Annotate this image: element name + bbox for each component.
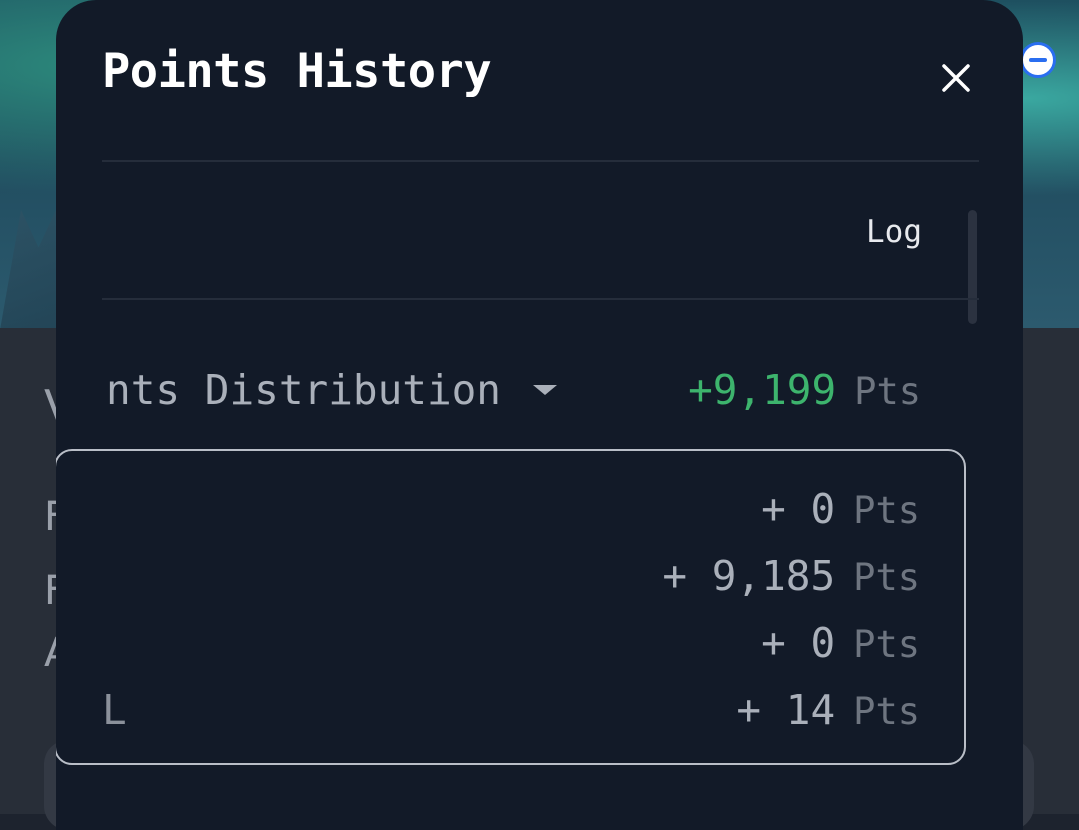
distribution-breakdown-box: + 0 Pts + 9,185 Pts + 0 Pts L + 14 Pts: [56, 449, 966, 765]
distribution-summary-row: nts Distribution +9,199 Pts: [102, 360, 921, 424]
breakdown-value: + 14 Pts: [736, 686, 920, 734]
breakdown-value: + 0 Pts: [761, 485, 920, 533]
points-unit: Pts: [853, 623, 920, 666]
points-unit: Pts: [854, 370, 921, 413]
tab-scrollbar[interactable]: [968, 210, 977, 324]
caret-down-icon: [533, 385, 557, 395]
close-icon: [942, 64, 970, 92]
distribution-label: nts Distribution: [106, 366, 501, 414]
modal-title: Points History: [102, 44, 492, 99]
tab-bar[interactable]: Log: [102, 164, 979, 298]
points-history-modal: Points History Log nts Distribution +9,1…: [56, 0, 1023, 830]
header-divider: [102, 160, 979, 162]
points-amount: + 0: [761, 485, 836, 533]
breakdown-value: + 9,185 Pts: [662, 552, 920, 600]
tab-divider: [102, 298, 979, 300]
distribution-total: +9,199 Pts: [688, 366, 921, 414]
points-amount: + 14: [736, 686, 836, 734]
distribution-dropdown[interactable]: nts Distribution: [106, 366, 557, 414]
breakdown-value: + 0 Pts: [761, 619, 920, 667]
breakdown-row: + 0 Pts: [102, 619, 920, 669]
points-amount: + 9,185: [662, 552, 836, 600]
points-unit: Pts: [853, 690, 920, 733]
remove-badge-icon[interactable]: [1020, 42, 1056, 78]
breakdown-row: + 0 Pts: [102, 485, 920, 535]
points-amount: + 0: [761, 619, 836, 667]
close-button[interactable]: [936, 58, 976, 98]
breakdown-row: L + 14 Pts: [102, 686, 920, 736]
breakdown-row: + 9,185 Pts: [102, 552, 920, 602]
points-unit: Pts: [853, 556, 920, 599]
total-points-value: +9,199: [688, 366, 837, 414]
points-unit: Pts: [853, 489, 920, 532]
tab-log[interactable]: Log: [866, 214, 922, 250]
breakdown-label: L: [102, 686, 127, 734]
